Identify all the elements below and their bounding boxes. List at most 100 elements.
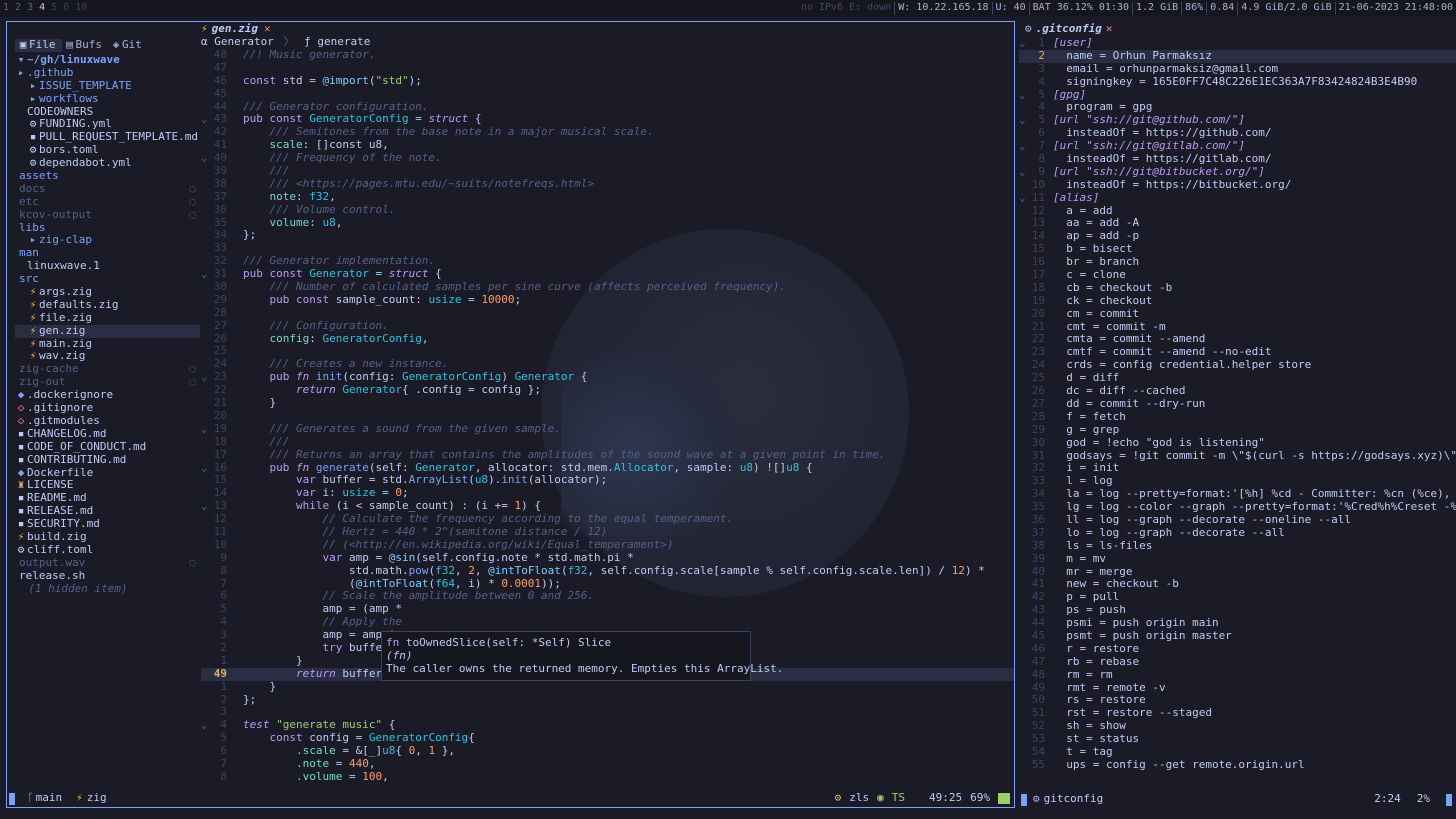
gitconfig-line[interactable]: 50 rs = restore: [1019, 694, 1456, 707]
tree-node[interactable]: ⚡ build.zig: [15, 531, 200, 544]
workspace-3[interactable]: 3: [24, 2, 36, 15]
gitconfig-line[interactable]: ⌄ 11 [alias]: [1019, 192, 1456, 205]
gitconfig-line[interactable]: 18 cb = checkout -b: [1019, 282, 1456, 295]
gitconfig-line[interactable]: 26 dc = diff --cached: [1019, 385, 1456, 398]
gitconfig-line[interactable]: 45 psmt = push origin master: [1019, 630, 1456, 643]
gitconfig-line[interactable]: 55 ups = config --get remote.origin.url: [1019, 759, 1456, 772]
tree-node[interactable]: linuxwave.1: [15, 260, 200, 273]
tree-node[interactable]: ⚡ wav.zig: [15, 350, 200, 363]
gitconfig-line[interactable]: 17 c = clone: [1019, 269, 1456, 282]
tree-node[interactable]: kcov-output ◌: [15, 209, 200, 222]
gitconfig-line[interactable]: 42 p = pull: [1019, 591, 1456, 604]
tree-node[interactable]: ◆ .dockerignore: [15, 389, 200, 402]
gitconfig-line[interactable]: 47 rb = rebase: [1019, 656, 1456, 669]
gitconfig-line[interactable]: 13 aa = add -A: [1019, 217, 1456, 230]
gitconfig-line[interactable]: 4 signingkey = 165E0FF7C48C226E1EC363A7F…: [1019, 76, 1456, 89]
tree-node[interactable]: ⚡ defaults.zig: [15, 299, 200, 312]
gitconfig-line[interactable]: 14 ap = add -p: [1019, 230, 1456, 243]
close-tab-icon[interactable]: ✕: [1106, 22, 1113, 36]
workspace-1[interactable]: 1: [0, 2, 12, 15]
tree-node[interactable]: zig-out ◌: [15, 376, 200, 389]
code-line[interactable]: 29 pub const sample_count: usize = 10000…: [201, 293, 1014, 307]
tree-node[interactable]: ▪ README.md: [15, 492, 200, 505]
editor-tab[interactable]: ⚡ gen.zig ✕: [201, 22, 1014, 36]
gitconfig-line[interactable]: 49 rmt = remote -v: [1019, 682, 1456, 695]
tree-node[interactable]: output.wav ◌: [15, 557, 200, 570]
gitconfig-line[interactable]: 30 god = !echo "god is listening": [1019, 437, 1456, 450]
code-line[interactable]: 26 config: GeneratorConfig,: [201, 332, 1014, 346]
gitconfig-line[interactable]: 51 rst = restore --staged: [1019, 707, 1456, 720]
gitconfig-line[interactable]: 24 crds = config credential.helper store: [1019, 359, 1456, 372]
explorer-tab-git[interactable]: ◈ Git: [108, 39, 148, 52]
gitconfig-line[interactable]: 22 cmta = commit --amend: [1019, 333, 1456, 346]
workspace-2[interactable]: 2: [12, 2, 24, 15]
gitconfig-line[interactable]: 10 insteadOf = https://bitbucket.org/: [1019, 179, 1456, 192]
gitconfig-line[interactable]: 43 ps = push: [1019, 604, 1456, 617]
workspace-6[interactable]: 6: [60, 2, 72, 15]
fold-icon[interactable]: ⌄: [201, 422, 211, 436]
gitconfig-line[interactable]: 16 br = branch: [1019, 256, 1456, 269]
gitconfig-line[interactable]: 35 lg = log --color --graph --pretty=for…: [1019, 501, 1456, 514]
gitconfig-line[interactable]: 40 mr = merge: [1019, 566, 1456, 579]
tree-node[interactable]: CODEOWNERS: [15, 106, 200, 119]
tree-node[interactable]: ⚙ bors.toml: [15, 144, 200, 157]
gitconfig-line[interactable]: 2 name = Orhun Parmaksız: [1019, 49, 1456, 63]
gitconfig-line[interactable]: 37 lo = log --graph --decorate --all: [1019, 527, 1456, 540]
gitconfig-line[interactable]: 23 cmtf = commit --amend --no-edit: [1019, 346, 1456, 359]
gitconfig-line[interactable]: 4 program = gpg: [1019, 101, 1456, 114]
tree-node[interactable]: ⚡ file.zig: [15, 312, 200, 325]
tree-node[interactable]: src: [15, 273, 200, 286]
tree-root[interactable]: ▾ ~/gh/linuxwave: [15, 54, 200, 67]
code-line[interactable]: 48 //! Music generator.: [201, 48, 1014, 62]
gitconfig-line[interactable]: 6 insteadOf = https://github.com/: [1019, 127, 1456, 140]
tree-node[interactable]: release.sh: [15, 570, 200, 583]
tree-node[interactable]: ▪ CHANGELOG.md: [15, 428, 200, 441]
code-line[interactable]: 1 }: [201, 680, 1014, 694]
breadcrumb-item-function[interactable]: generate: [317, 35, 370, 48]
tree-node[interactable]: ▪ SECURITY.md: [15, 518, 200, 531]
code-editor[interactable]: ⚡ gen.zig ✕ α Generator 〉 ƒ generate 48 /…: [201, 22, 1014, 789]
workspace-5[interactable]: 5: [48, 2, 60, 15]
tree-node[interactable]: ⚙ FUNDING.yml: [15, 118, 200, 131]
gitconfig-line[interactable]: 32 i = init: [1019, 462, 1456, 475]
tree-node[interactable]: ◆ Dockerfile: [15, 467, 200, 480]
tree-node[interactable]: ▸ workflows: [15, 93, 200, 106]
tree-node[interactable]: ▪ CONTRIBUTING.md: [15, 454, 200, 467]
tree-node[interactable]: ◇ .gitignore: [15, 402, 200, 415]
tree-node[interactable]: ◇ .gitmodules: [15, 415, 200, 428]
code-line[interactable]: 22 return Generator{ .config = config };: [201, 383, 1014, 397]
tree-node[interactable]: libs: [15, 222, 200, 235]
gitconfig-line[interactable]: 38 ls = ls-files: [1019, 540, 1456, 553]
close-tab-icon[interactable]: ✕: [264, 22, 271, 36]
tree-node[interactable]: ▸ ISSUE_TEMPLATE: [15, 80, 200, 93]
code-line[interactable]: 8 .volume = 100,: [201, 770, 1014, 784]
gitconfig-tab[interactable]: ⚙ .gitconfig ✕: [1019, 21, 1456, 37]
gitconfig-line[interactable]: 19 ck = checkout: [1019, 295, 1456, 308]
gitconfig-line[interactable]: 8 insteadOf = https://gitlab.com/: [1019, 153, 1456, 166]
tree-node[interactable]: ▪ RELEASE.md: [15, 505, 200, 518]
tree-node[interactable]: zig-cache ◌: [15, 363, 200, 376]
gitconfig-line[interactable]: 44 psmi = push origin main: [1019, 617, 1456, 630]
gitconfig-line[interactable]: 48 rm = rm: [1019, 669, 1456, 682]
gitconfig-line[interactable]: 15 b = bisect: [1019, 243, 1456, 256]
gitconfig-line[interactable]: ⌄ 5 [gpg]: [1019, 89, 1456, 102]
tree-node[interactable]: man: [15, 247, 200, 260]
gitconfig-line[interactable]: 12 a = add: [1019, 205, 1456, 218]
gitconfig-line[interactable]: 31 godsays = !git commit -m \"$(curl -s …: [1019, 450, 1456, 463]
breadcrumb-item-struct[interactable]: Generator: [214, 35, 274, 48]
gitconfig-line[interactable]: 3 email = orhunparmaksiz@gmail.com: [1019, 63, 1456, 76]
gitconfig-line[interactable]: 25 d = diff: [1019, 372, 1456, 385]
code-line[interactable]: 46 const std = @import("std");: [201, 74, 1014, 88]
gitconfig-line[interactable]: 54 t = tag: [1019, 746, 1456, 759]
gitconfig-line[interactable]: 34 la = log --pretty=format:'[%h] %cd - …: [1019, 488, 1456, 501]
code-line[interactable]: ⌄ 40 /// Frequency of the note.: [201, 151, 1014, 165]
workspace-10[interactable]: 10: [72, 2, 90, 15]
tree-node[interactable]: ▸ zig-clap: [15, 234, 200, 247]
tree-node[interactable]: ⚡ main.zig: [15, 338, 200, 351]
gitconfig-line[interactable]: 41 new = checkout -b: [1019, 578, 1456, 591]
gitconfig-line[interactable]: ⌄ 7 [url "ssh://git@gitlab.com/"]: [1019, 140, 1456, 153]
tree-node[interactable]: assets: [15, 170, 200, 183]
gitconfig-line[interactable]: ⌄ 9 [url "ssh://git@bitbucket.org/"]: [1019, 166, 1456, 179]
code-line[interactable]: 34};: [201, 229, 1014, 242]
tree-node[interactable]: ⚡ args.zig: [15, 286, 200, 299]
